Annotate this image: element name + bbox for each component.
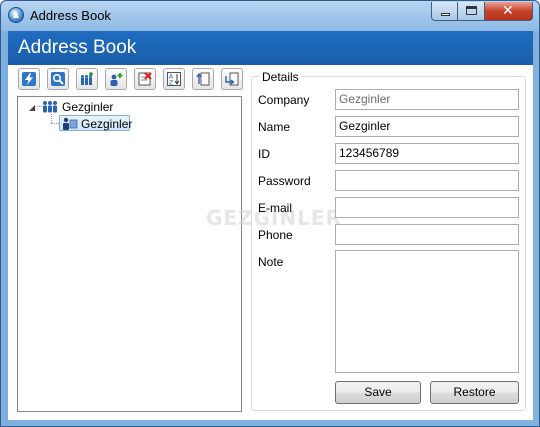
tree-connector	[51, 123, 59, 124]
company-label: Company	[258, 93, 310, 107]
maximize-button[interactable]	[458, 2, 485, 21]
page-title: Address Book	[18, 37, 137, 58]
contact-card-icon	[63, 117, 78, 130]
sort-az-icon: A Z	[167, 72, 181, 86]
close-icon: ✕	[502, 3, 514, 19]
add-group-button[interactable]	[76, 68, 98, 90]
app-icon	[8, 7, 24, 23]
note-textarea[interactable]	[335, 250, 519, 373]
search-button[interactable]	[47, 68, 69, 90]
phone-field[interactable]	[335, 224, 519, 245]
tree-group-label[interactable]: Gezginler	[62, 100, 113, 114]
company-field[interactable]: Gezginler	[335, 89, 519, 110]
password-field[interactable]	[335, 170, 519, 191]
header-band: Address Book	[8, 31, 533, 65]
details-group: Details Company Gezginler Name Gezginler…	[251, 70, 526, 411]
title-bar[interactable]: Address Book ✕	[1, 1, 539, 31]
export-icon	[225, 72, 239, 86]
id-label: ID	[258, 147, 270, 161]
import-icon	[196, 72, 210, 86]
save-button[interactable]: Save	[335, 381, 421, 404]
add-user-icon	[110, 73, 123, 86]
tree-node-label: Gezginler	[81, 117, 133, 131]
add-group-icon	[81, 72, 93, 85]
sort-button[interactable]: A Z	[163, 68, 185, 90]
maximize-icon	[466, 6, 477, 15]
app-window: Address Book ✕ Address Book A Z ◢ Gezgin…	[0, 0, 540, 427]
phone-label: Phone	[258, 228, 293, 242]
add-user-button[interactable]	[105, 68, 127, 90]
restore-button[interactable]: Restore	[430, 381, 519, 404]
connect-button[interactable]	[18, 68, 40, 90]
group-icon	[43, 101, 57, 113]
note-label: Note	[258, 255, 284, 269]
minimize-button[interactable]	[431, 2, 458, 21]
password-label: Password	[258, 174, 311, 188]
client-area: A Z ◢ Gezginler Gezginler GEZGINLER Deta…	[8, 65, 533, 420]
minimize-icon	[441, 13, 450, 16]
tree-node-selected[interactable]: Gezginler	[59, 115, 133, 131]
tree-connector	[51, 114, 52, 123]
magnifier-icon	[51, 72, 65, 86]
id-field[interactable]: 123456789	[335, 143, 519, 164]
import-button[interactable]	[192, 68, 214, 90]
name-field[interactable]: Gezginler	[335, 116, 519, 137]
tree-expand-icon[interactable]: ◢	[29, 103, 35, 112]
email-label: E-mail	[258, 201, 293, 215]
details-legend: Details	[259, 70, 302, 84]
window-title: Address Book	[30, 8, 111, 23]
name-label: Name	[258, 120, 291, 134]
lightning-icon	[22, 72, 36, 86]
contact-tree[interactable]: ◢ Gezginler Gezginler	[17, 96, 242, 412]
delete-icon	[138, 72, 152, 86]
close-button[interactable]: ✕	[485, 2, 533, 21]
delete-button[interactable]	[134, 68, 156, 90]
email-field[interactable]	[335, 197, 519, 218]
export-button[interactable]	[221, 68, 243, 90]
svg-text:Z: Z	[169, 80, 173, 87]
